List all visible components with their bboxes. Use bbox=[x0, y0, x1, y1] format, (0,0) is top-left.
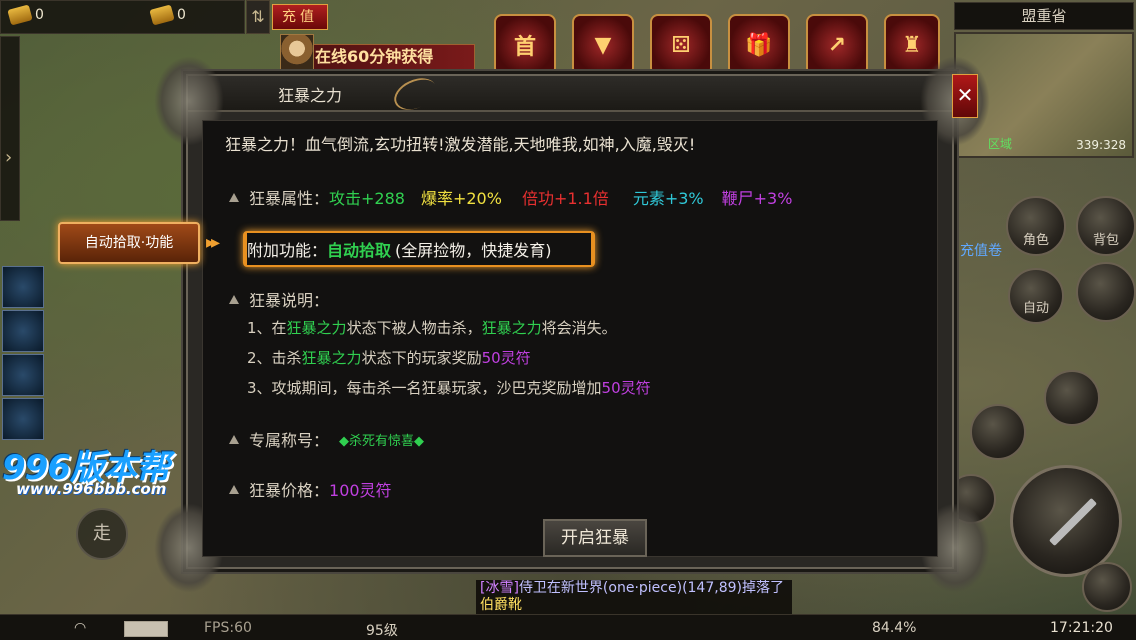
open-berserk-button[interactable]: 开启狂暴 bbox=[543, 519, 647, 557]
stat-crit: 爆率+20% bbox=[420, 189, 502, 208]
recharge-button[interactable]: 充值 bbox=[272, 4, 328, 30]
minimap-zone: 区域 bbox=[988, 137, 1013, 151]
feature-tag[interactable]: 自动拾取·功能 bbox=[58, 222, 200, 264]
desc-title-row: 狂暴说明： bbox=[229, 287, 329, 311]
ingot-currency: 0 bbox=[149, 4, 186, 26]
chat-message: 侍卫在新世界(one·piece)(147,89)掉落了 bbox=[518, 580, 784, 596]
attribute-label: 狂暴属性： bbox=[249, 189, 330, 208]
price-label: 狂暴价格： bbox=[249, 481, 330, 500]
chevron-right-icon: › bbox=[5, 147, 13, 168]
gold-currency: 0 bbox=[7, 4, 44, 26]
bag-button[interactable]: 背包 bbox=[1076, 196, 1136, 256]
clock: 17:21:20 bbox=[1050, 620, 1113, 636]
chat-item[interactable]: 伯爵靴 bbox=[480, 597, 522, 613]
stat-element: 元素+3% bbox=[632, 189, 704, 208]
bullet-icon bbox=[229, 192, 239, 202]
fps-counter: FPS:60 bbox=[204, 620, 252, 636]
desc-label: 狂暴说明： bbox=[249, 291, 330, 310]
skill-button-4[interactable] bbox=[1082, 562, 1132, 612]
level-indicator: 95级 bbox=[366, 623, 398, 639]
currency-bar: 0 0 bbox=[0, 0, 245, 34]
dialog-title: 狂暴之力 bbox=[278, 86, 343, 105]
desc-line-2: 2、击杀狂暴之力状态下的玩家奖励50灵符 bbox=[247, 349, 531, 367]
exclusive-title: ◆杀死有惊喜◆ bbox=[339, 433, 425, 449]
ornament-icon bbox=[389, 72, 441, 116]
toggle-button[interactable]: ⇅ bbox=[246, 0, 270, 34]
gold-count: 0 bbox=[35, 7, 44, 23]
avatar[interactable] bbox=[280, 34, 314, 70]
character-button[interactable]: 角色 bbox=[1006, 196, 1066, 256]
bullet-icon bbox=[229, 484, 239, 494]
chat-channel: [冰雪] bbox=[480, 580, 519, 596]
attribute-row: 狂暴属性： 攻击+288 爆率+20% 倍功+1.1倍 元素+3% 鞭尸+3% bbox=[229, 185, 792, 209]
bullet-icon bbox=[229, 434, 239, 444]
dialog-titlebar: 狂暴之力 bbox=[188, 72, 952, 116]
stat-corpse: 鞭尸+3% bbox=[721, 189, 793, 208]
left-skill-4[interactable] bbox=[2, 398, 44, 440]
first-recharge-icon[interactable]: 首 bbox=[494, 14, 556, 76]
price-value: 100灵符 bbox=[329, 481, 392, 500]
watermark-url: www.996bbb.com bbox=[16, 480, 167, 498]
feature-row: 附加功能： 自动拾取 (全屏捡物，快捷发育) bbox=[247, 237, 552, 261]
stat-attack: 攻击+288 bbox=[329, 189, 405, 208]
dice-icon[interactable]: ⚄ bbox=[650, 14, 712, 76]
left-skill-1[interactable] bbox=[2, 266, 44, 308]
exp-percent: 84.4% bbox=[872, 620, 917, 636]
status-bar: ◠ FPS:60 95级 84.4% 17:21:20 bbox=[0, 614, 1136, 640]
left-skill-3[interactable] bbox=[2, 354, 44, 396]
close-button[interactable]: ✕ bbox=[952, 74, 978, 118]
battery-icon bbox=[124, 621, 168, 637]
minimap-coords: 339:328 bbox=[1076, 138, 1126, 152]
feature-desc: (全屏捡物，快捷发育) bbox=[395, 241, 552, 260]
attack-button[interactable] bbox=[1010, 465, 1122, 577]
feature-label: 附加功能： bbox=[247, 241, 328, 260]
ingot-count: 0 bbox=[177, 7, 186, 23]
left-panel-toggle[interactable]: › bbox=[0, 36, 20, 221]
desc-line-1: 1、在狂暴之力状态下被人物击杀，狂暴之力将会消失。 bbox=[247, 319, 617, 337]
bullet-icon bbox=[229, 294, 239, 304]
compass-button[interactable] bbox=[1076, 262, 1136, 322]
berserk-intro: 狂暴之力！血气倒流,玄功扭转!激发潜能,天地唯我,如神,入魔,毁灭! bbox=[225, 135, 696, 154]
skill-button-1[interactable] bbox=[1044, 370, 1100, 426]
ingot-icon bbox=[149, 4, 175, 26]
map-region-title: 盟重省 bbox=[954, 2, 1134, 30]
member-icon[interactable]: ▼ bbox=[572, 14, 634, 76]
title-label: 专属称号： bbox=[249, 431, 330, 450]
feature-name: 自动拾取 bbox=[327, 241, 392, 260]
skill-button-2[interactable] bbox=[970, 404, 1026, 460]
wifi-icon: ◠ bbox=[74, 620, 87, 636]
gold-icon bbox=[7, 4, 33, 26]
chat-box[interactable]: [冰雪]侍卫在新世界(one·piece)(147,89)掉落了伯爵靴 bbox=[476, 580, 792, 614]
walk-button[interactable]: 走 bbox=[76, 508, 128, 560]
price-row: 狂暴价格： 100灵符 bbox=[229, 477, 392, 501]
left-skill-2[interactable] bbox=[2, 310, 44, 352]
stat-multiplier: 倍功+1.1倍 bbox=[521, 189, 609, 208]
berserk-dialog: 狂暴之力 狂暴之力！血气倒流,玄功扭转!激发潜能,天地唯我,如神,入魔,毁灭! … bbox=[154, 56, 990, 593]
dialog-body: 狂暴之力！血气倒流,玄功扭转!激发潜能,天地唯我,如神,入魔,毁灭! 狂暴属性：… bbox=[202, 120, 938, 557]
gift-icon[interactable]: 🎁 bbox=[728, 14, 790, 76]
recharge-scroll-label[interactable]: 充值卷 bbox=[960, 240, 1002, 260]
arrow-right-icon: ▸▸ bbox=[206, 232, 220, 253]
desc-line-3: 3、攻城期间，每击杀一名狂暴玩家，沙巴克奖励增加50灵符 bbox=[247, 379, 651, 397]
growth-icon[interactable]: ↗ bbox=[806, 14, 868, 76]
auto-button[interactable]: 自动 bbox=[1008, 268, 1064, 324]
title-row: 专属称号： ◆杀死有惊喜◆ bbox=[229, 427, 424, 451]
